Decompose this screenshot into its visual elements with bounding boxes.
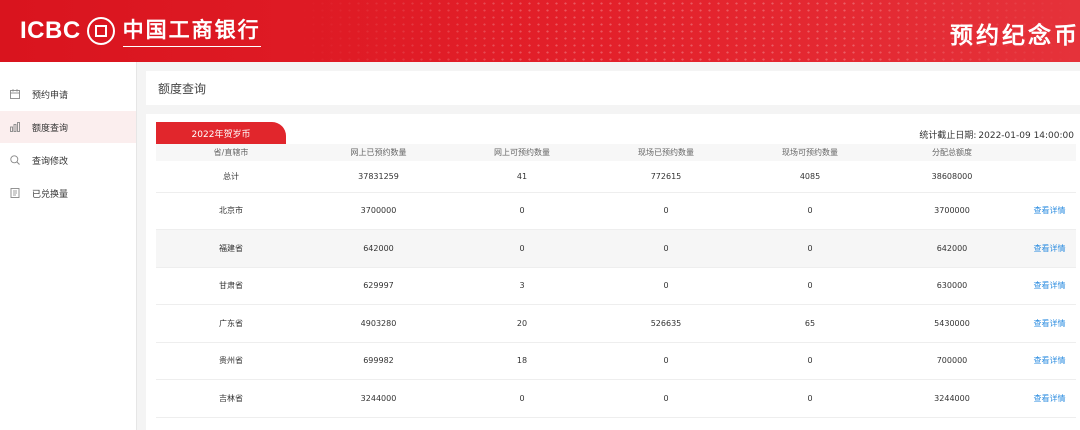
table-header-row: 省/直辖市 网上已预约数量 网上可预约数量 现场已预约数量 现场可预约数量 分配… <box>156 144 1076 161</box>
table-row: 吉林省 3244000 0 0 0 3244000 查看详情 <box>156 379 1076 418</box>
icbc-emblem-icon <box>86 16 115 45</box>
cell-online-available: 18 <box>451 342 593 380</box>
cell-onsite-reserved: 772615 <box>593 161 739 193</box>
sidebar: 预约申请 额度查询 查询修改 已兑换量 <box>0 62 137 430</box>
view-details-link[interactable]: 查看详情 <box>1034 281 1066 290</box>
cell-online-reserved: 629997 <box>306 267 451 305</box>
cell-action <box>1023 161 1076 193</box>
cell-onsite-reserved: 0 <box>593 267 739 305</box>
view-details-link[interactable]: 查看详情 <box>1034 356 1066 365</box>
cell-online-reserved: 4903280 <box>306 304 451 343</box>
view-details-link[interactable]: 查看详情 <box>1034 319 1066 328</box>
column-header: 现场可预约数量 <box>739 144 881 161</box>
sidebar-item-label: 额度查询 <box>32 123 69 134</box>
cell-onsite-available: 65 <box>739 304 881 343</box>
cell-online-reserved: 37831259 <box>306 161 451 193</box>
column-header: 省/直辖市 <box>156 144 306 161</box>
cell-online-reserved: 3244000 <box>306 379 451 418</box>
cell-onsite-available: 0 <box>739 342 881 380</box>
chart-icon <box>10 122 20 132</box>
cell-region: 吉林省 <box>156 379 306 418</box>
cell-region: 北京市 <box>156 192 306 230</box>
search-icon <box>10 155 20 165</box>
bank-name: 中国工商银行 <box>122 14 261 47</box>
sidebar-item-label: 预约申请 <box>32 90 69 101</box>
main-content: 额度查询 2022年贺岁币 统计截止日期: 2022-01-09 14:00:00… <box>146 71 1080 430</box>
cell-onsite-available: 4085 <box>739 161 881 193</box>
column-header: 分配总额度 <box>881 144 1023 161</box>
quota-table: 省/直辖市 网上已预约数量 网上可预约数量 现场已预约数量 现场可预约数量 分配… <box>156 144 1076 418</box>
sidebar-item-exchanged[interactable]: 已兑换量 <box>0 177 136 209</box>
cell-online-available: 0 <box>451 192 593 230</box>
cell-onsite-reserved: 0 <box>593 192 739 230</box>
cell-online-reserved: 642000 <box>306 229 451 268</box>
cell-onsite-reserved: 0 <box>593 342 739 380</box>
page-title: 预约纪念币 <box>950 23 1080 49</box>
stat-deadline: 统计截止日期: 2022-01-09 14:00:00 <box>917 128 1074 141</box>
cell-onsite-available: 0 <box>739 192 881 230</box>
cell-region: 广东省 <box>156 304 306 343</box>
app-header: ICBC 中国工商银行 预约纪念币 <box>0 0 1080 62</box>
cell-onsite-available: 0 <box>739 379 881 418</box>
cell-online-reserved: 3700000 <box>306 192 451 230</box>
cell-online-reserved: 699982 <box>306 342 451 380</box>
tab-2022-coin[interactable]: 2022年贺岁币 <box>156 122 286 144</box>
column-header: 网上可预约数量 <box>451 144 593 161</box>
cell-total-quota: 5430000 <box>881 304 1023 343</box>
stat-date: 2022-01-09 14:00:00 <box>978 131 1074 141</box>
column-header: 现场已预约数量 <box>593 144 739 161</box>
section-title: 额度查询 <box>146 71 1080 105</box>
cell-onsite-available: 0 <box>739 229 881 268</box>
view-details-link[interactable]: 查看详情 <box>1034 244 1066 253</box>
stat-label: 统计截止日期: <box>919 131 977 141</box>
brand-logo[interactable]: ICBC 中国工商银行 <box>20 14 261 47</box>
cell-total-quota: 38608000 <box>881 161 1023 193</box>
table-row: 甘肃省 629997 3 0 0 630000 查看详情 <box>156 267 1076 305</box>
cell-onsite-reserved: 526635 <box>593 304 739 343</box>
cell-total-quota: 3700000 <box>881 192 1023 230</box>
cell-region: 甘肃省 <box>156 267 306 305</box>
sidebar-item-label: 已兑换量 <box>32 189 69 200</box>
column-header: 网上已预约数量 <box>306 144 451 161</box>
table-row: 福建省 642000 0 0 0 642000 查看详情 <box>156 229 1076 268</box>
view-details-link[interactable]: 查看详情 <box>1034 206 1066 215</box>
sidebar-item-label: 查询修改 <box>32 156 69 167</box>
cell-onsite-available: 0 <box>739 267 881 305</box>
column-header <box>1023 144 1076 161</box>
icbc-wordmark: ICBC <box>20 16 81 44</box>
sidebar-item-quota[interactable]: 额度查询 <box>0 111 136 143</box>
cell-online-available: 3 <box>451 267 593 305</box>
quota-panel: 2022年贺岁币 统计截止日期: 2022-01-09 14:00:00 省/直辖… <box>146 114 1080 430</box>
cell-region: 福建省 <box>156 229 306 268</box>
cell-online-available: 20 <box>451 304 593 343</box>
cell-total-quota: 630000 <box>881 267 1023 305</box>
cell-online-available: 0 <box>451 379 593 418</box>
table-row: 广东省 4903280 20 526635 65 5430000 查看详情 <box>156 304 1076 343</box>
cell-onsite-reserved: 0 <box>593 379 739 418</box>
table-row-total: 总计 37831259 41 772615 4085 38608000 <box>156 161 1076 193</box>
table-row: 贵州省 699982 18 0 0 700000 查看详情 <box>156 342 1076 380</box>
document-icon <box>10 188 20 198</box>
cell-online-available: 0 <box>451 229 593 268</box>
cell-total-quota: 3244000 <box>881 379 1023 418</box>
calendar-icon <box>10 89 20 99</box>
cell-total-quota: 642000 <box>881 229 1023 268</box>
table-row: 北京市 3700000 0 0 0 3700000 查看详情 <box>156 192 1076 230</box>
cell-region: 贵州省 <box>156 342 306 380</box>
sidebar-item-reservation[interactable]: 预约申请 <box>0 78 136 110</box>
cell-total-quota: 700000 <box>881 342 1023 380</box>
cell-onsite-reserved: 0 <box>593 229 739 268</box>
cell-online-available: 41 <box>451 161 593 193</box>
sidebar-item-query-modify[interactable]: 查询修改 <box>0 144 136 176</box>
view-details-link[interactable]: 查看详情 <box>1034 394 1066 403</box>
cell-region: 总计 <box>156 161 306 193</box>
